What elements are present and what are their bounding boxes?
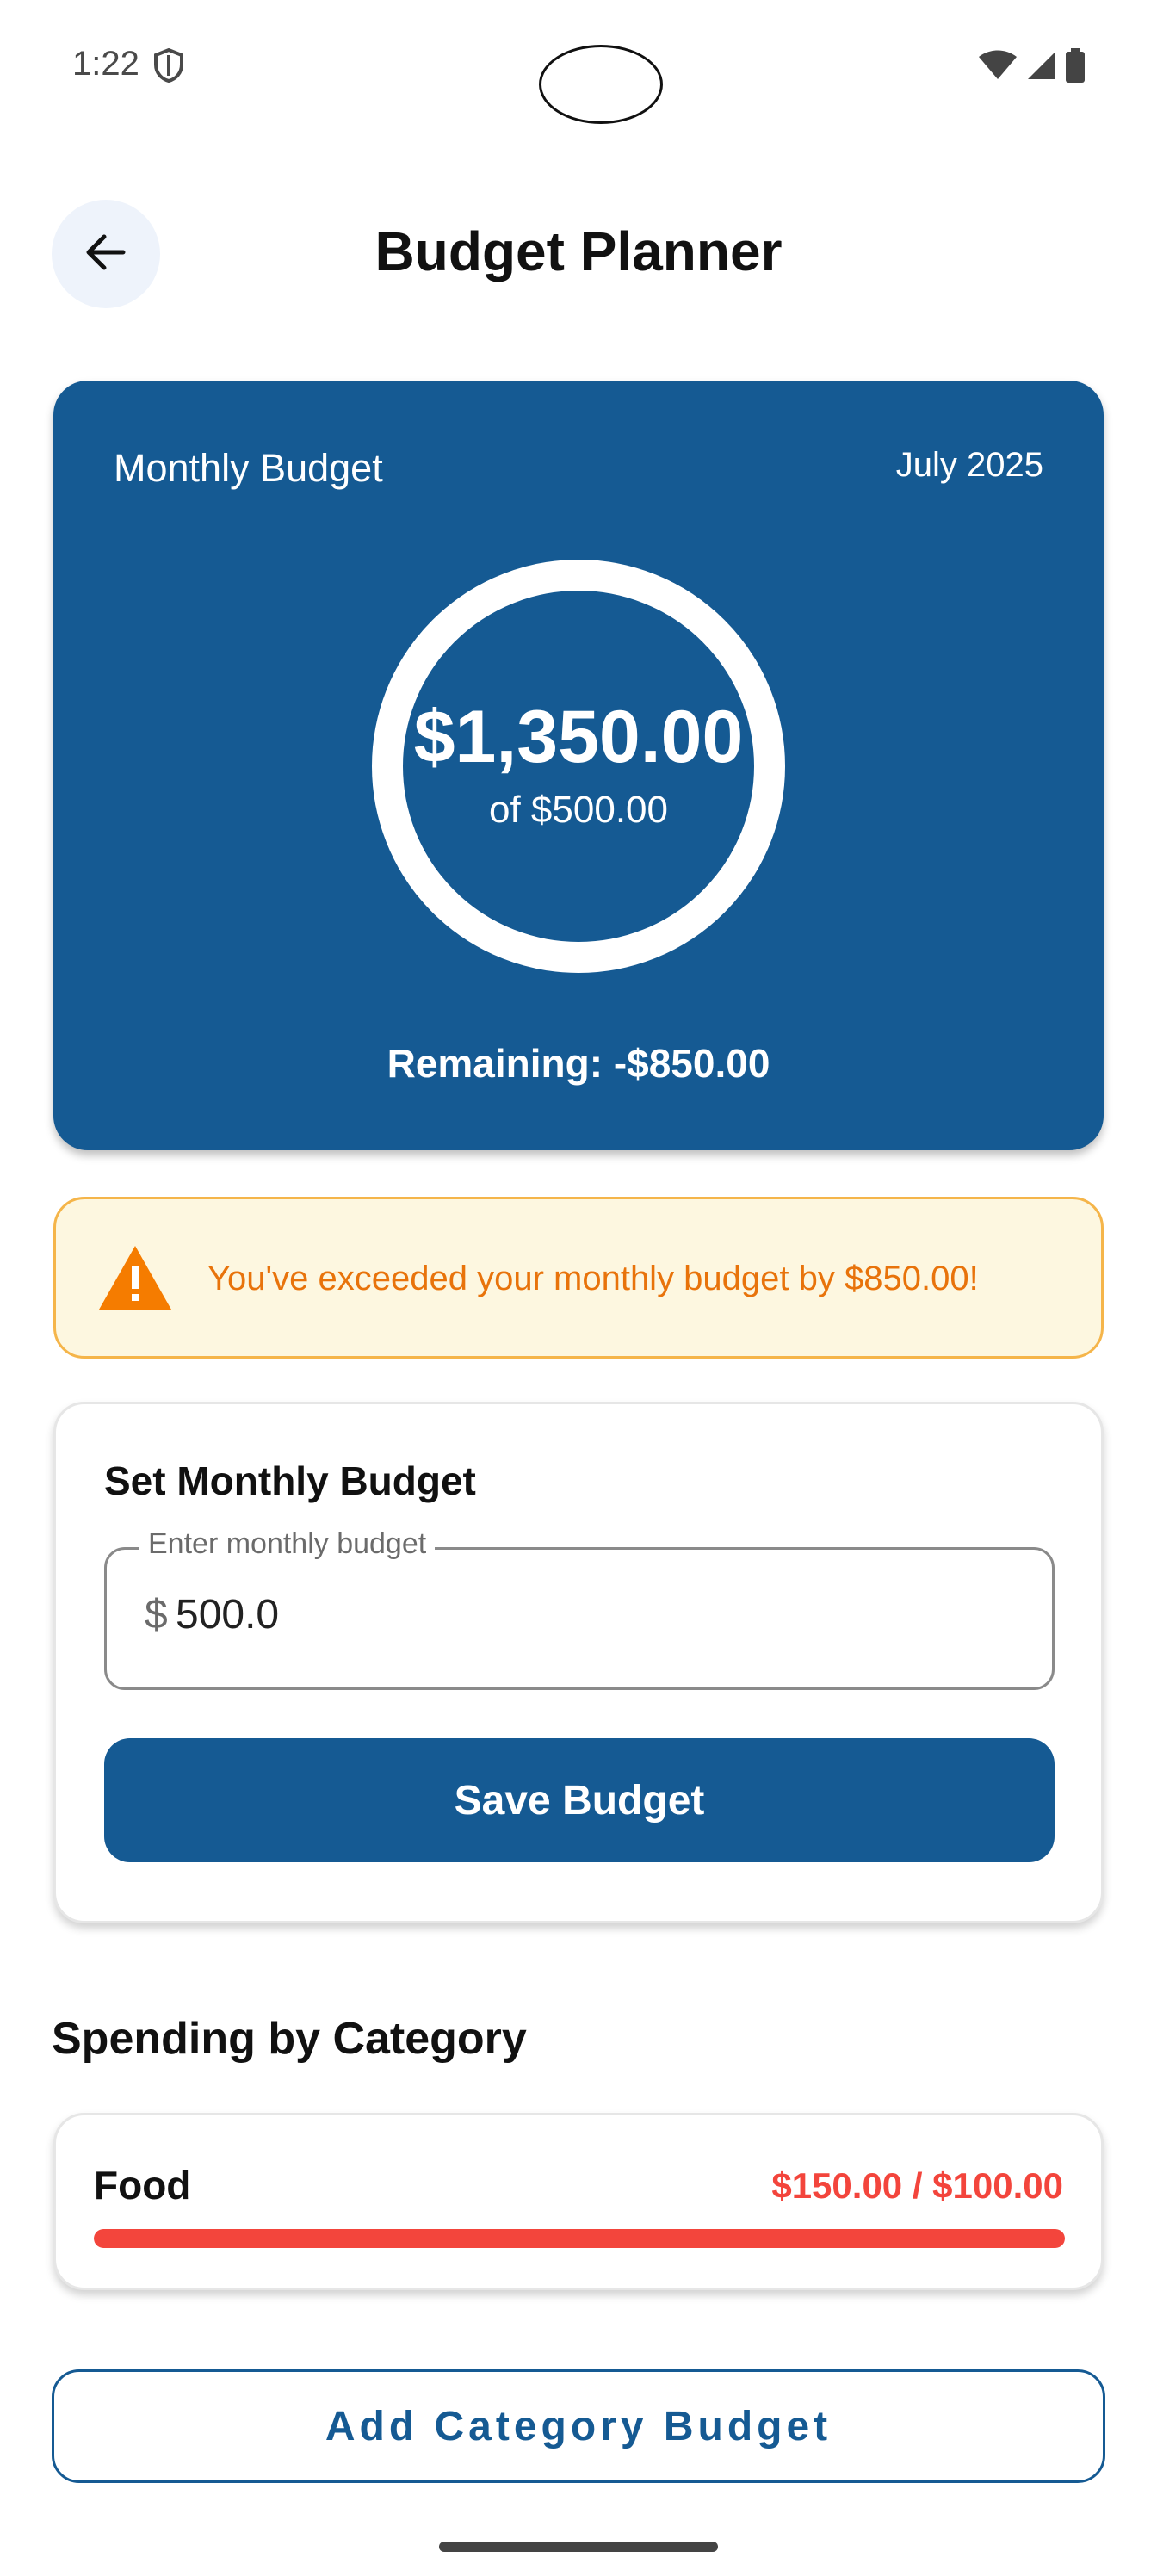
page-title: Budget Planner: [374, 220, 783, 282]
wifi-icon: [978, 50, 1018, 85]
category-card-food[interactable]: Food $150.00 / $100.00: [53, 2113, 1104, 2290]
camera-cutout: [539, 45, 663, 124]
signal-icon: [1026, 50, 1057, 85]
warning-message: You've exceeded your monthly budget by $…: [207, 1260, 979, 1297]
monthly-budget-card: Monthly Budget July 2025 $1,350.00 of $5…: [53, 381, 1104, 1150]
category-section-title: Spending by Category: [52, 2014, 527, 2064]
set-budget-title: Set Monthly Budget: [104, 1458, 476, 1503]
budget-total: of $500.00: [489, 789, 668, 831]
remaining-amount: Remaining: -$850.00: [387, 1041, 770, 1086]
budget-field[interactable]: Enter monthly budget $: [104, 1527, 1055, 1690]
category-progress-bar: [94, 2229, 1065, 2248]
set-budget-card: Set Monthly Budget Enter monthly budget …: [53, 1402, 1104, 1923]
currency-prefix: $: [145, 1592, 168, 1638]
category-amount: $150.00 / $100.00: [771, 2165, 1063, 2206]
card-month: July 2025: [895, 446, 1043, 484]
battery-icon: [1066, 48, 1085, 87]
add-category-budget-button[interactable]: Add Category Budget: [52, 2369, 1105, 2483]
card-label: Monthly Budget: [114, 446, 383, 490]
system-icons: [978, 48, 1085, 87]
save-budget-button[interactable]: Save Budget: [104, 1738, 1055, 1862]
budget-warning-banner: You've exceeded your monthly budget by $…: [53, 1197, 1104, 1359]
status-time: 1:22: [72, 45, 139, 83]
home-indicator[interactable]: [439, 2542, 718, 2552]
budget-field-label: Enter monthly budget: [139, 1527, 436, 1561]
category-name: Food: [94, 2163, 191, 2208]
category-progress-fill: [94, 2229, 1065, 2248]
spent-amount: $1,350.00: [413, 696, 744, 778]
budget-input[interactable]: [176, 1584, 950, 1644]
shield-icon: [153, 47, 184, 87]
warning-icon: [96, 1242, 175, 1317]
